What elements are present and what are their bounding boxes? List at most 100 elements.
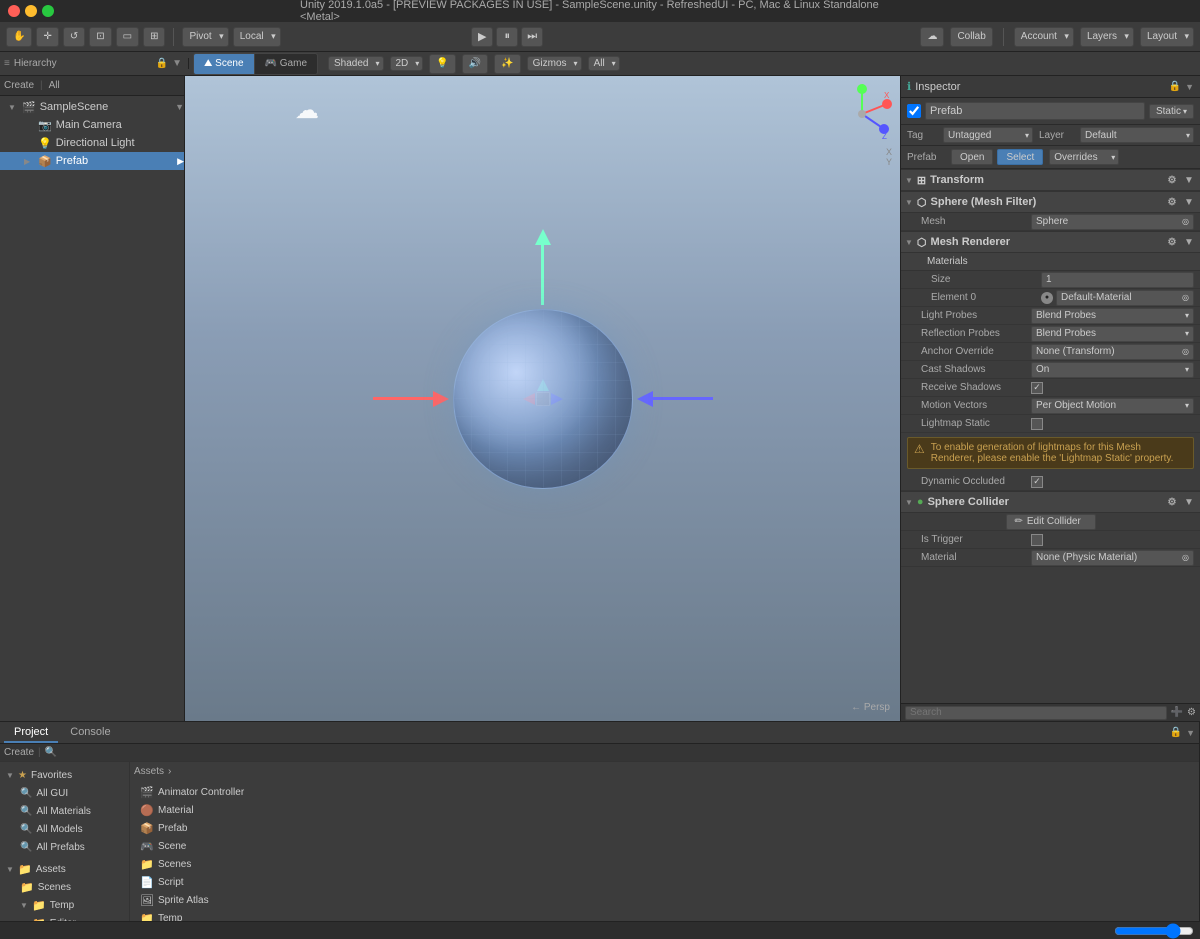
all-prefabs-item[interactable]: 🔍 All Prefabs bbox=[0, 838, 129, 856]
anchor-override-dropdown[interactable]: None (Transform) ◎ bbox=[1031, 344, 1194, 360]
mesh-filter-menu-icon[interactable]: ▼ bbox=[1182, 197, 1196, 208]
inspector-menu[interactable]: ▼ bbox=[1185, 82, 1194, 92]
select-prefab-button[interactable]: Select bbox=[997, 149, 1043, 165]
transform-settings-icon[interactable]: ⚙ bbox=[1165, 175, 1179, 186]
assets-tree-item[interactable]: ▼ 📁 Assets bbox=[0, 860, 129, 878]
mesh-select-icon[interactable]: ◎ bbox=[1182, 217, 1189, 226]
play-button[interactable]: ▶ bbox=[471, 27, 493, 47]
mesh-renderer-header[interactable]: ▼ ⬡ Mesh Renderer ⚙ ▼ bbox=[901, 231, 1200, 253]
transform-component-header[interactable]: ▼ ⊞ Transform ⚙ ▼ bbox=[901, 169, 1200, 191]
scene-tab[interactable]: ⛰ Scene bbox=[194, 54, 255, 74]
hierarchy-light-item[interactable]: 💡 Directional Light bbox=[0, 134, 184, 152]
collider-material-select[interactable]: ◎ bbox=[1182, 553, 1189, 562]
mesh-filter-header[interactable]: ▼ ⬡ Sphere (Mesh Filter) ⚙ ▼ bbox=[901, 191, 1200, 213]
scene-fx-button[interactable]: ✨ bbox=[494, 54, 520, 74]
all-gui-item[interactable]: 🔍 All GUI bbox=[0, 784, 129, 802]
panel-menu-icon[interactable]: ▼ bbox=[1186, 728, 1195, 738]
open-prefab-button[interactable]: Open bbox=[951, 149, 993, 165]
assets-label[interactable]: Assets bbox=[134, 766, 164, 777]
maximize-button[interactable] bbox=[42, 5, 54, 17]
cloud-button[interactable]: ☁ bbox=[920, 27, 944, 47]
inspector-settings-icon[interactable]: ⚙ bbox=[1187, 707, 1196, 718]
rect-tool-button[interactable]: ▭ bbox=[116, 27, 139, 47]
gizmos-dropdown[interactable]: Gizmos bbox=[527, 56, 582, 71]
zoom-slider[interactable] bbox=[1114, 925, 1194, 937]
scene-audio-button[interactable]: 🔊 bbox=[462, 54, 488, 74]
edit-collider-button[interactable]: ✏ Edit Collider bbox=[1006, 514, 1096, 530]
collider-material-box[interactable]: None (Physic Material) ◎ bbox=[1031, 550, 1194, 566]
hierarchy-camera-item[interactable]: 📷 Main Camera bbox=[0, 116, 184, 134]
element0-value-box[interactable]: Default-Material ◎ bbox=[1056, 290, 1194, 306]
account-dropdown[interactable]: Account bbox=[1014, 27, 1074, 47]
asset-script[interactable]: 📄 Script bbox=[138, 873, 1191, 891]
editor-tree-item[interactable]: 📁 Editor bbox=[0, 914, 129, 921]
motion-vectors-dropdown[interactable]: Per Object Motion ▾ bbox=[1031, 398, 1194, 414]
mesh-filter-settings-icon[interactable]: ⚙ bbox=[1165, 197, 1179, 208]
object-name-field[interactable]: Prefab bbox=[925, 102, 1145, 120]
rotate-tool-button[interactable]: ↺ bbox=[63, 27, 85, 47]
static-dropdown[interactable]: Static bbox=[1149, 104, 1194, 119]
transform-menu-icon[interactable]: ▼ bbox=[1182, 175, 1196, 186]
is-trigger-checkbox[interactable] bbox=[1031, 534, 1043, 546]
element0-select-icon[interactable]: ◎ bbox=[1182, 293, 1189, 302]
hierarchy-scene-item[interactable]: ▼ 🎬 SampleScene ▼ bbox=[0, 98, 184, 116]
element0-dot[interactable]: ● bbox=[1041, 292, 1053, 304]
all-dropdown[interactable]: All bbox=[588, 56, 620, 71]
console-tab[interactable]: Console bbox=[60, 722, 120, 743]
scene-light-button[interactable]: 💡 bbox=[429, 54, 455, 74]
hierarchy-prefab-item[interactable]: ▶ 📦 Prefab ▶ bbox=[0, 152, 184, 170]
pivot-dropdown[interactable]: Pivot bbox=[182, 27, 228, 47]
pause-button[interactable]: ⏸ bbox=[496, 27, 518, 47]
create-label[interactable]: Create bbox=[4, 747, 34, 758]
layout-dropdown[interactable]: Layout bbox=[1140, 27, 1194, 47]
cast-shadows-dropdown[interactable]: On ▾ bbox=[1031, 362, 1194, 378]
collab-button[interactable]: Collab bbox=[950, 27, 992, 47]
receive-shadows-checkbox[interactable] bbox=[1031, 382, 1043, 394]
scene-view[interactable]: ☁ bbox=[185, 76, 900, 721]
temp-tree-item[interactable]: ▼ 📁 Temp bbox=[0, 896, 129, 914]
asset-temp-folder[interactable]: 📁 Temp bbox=[138, 909, 1191, 921]
object-enabled-checkbox[interactable] bbox=[907, 104, 921, 118]
tag-dropdown[interactable]: Untagged bbox=[943, 127, 1033, 143]
shaded-dropdown[interactable]: Shaded bbox=[328, 56, 383, 71]
game-tab[interactable]: 🎮 Game bbox=[255, 54, 317, 74]
light-probes-dropdown[interactable]: Blend Probes ▾ bbox=[1031, 308, 1194, 324]
panel-lock-icon[interactable]: 🔒 bbox=[1170, 727, 1182, 738]
mesh-value-box[interactable]: Sphere ◎ bbox=[1031, 214, 1194, 230]
sphere-collider-header[interactable]: ▼ ● Sphere Collider ⚙ ▼ bbox=[901, 491, 1200, 513]
inspector-search[interactable] bbox=[905, 706, 1167, 720]
asset-sprite-atlas[interactable]: 🖼 Sprite Atlas bbox=[138, 891, 1191, 909]
asset-animator-controller[interactable]: 🎬 Animator Controller bbox=[138, 783, 1191, 801]
local-dropdown[interactable]: Local bbox=[233, 27, 281, 47]
sphere-collider-settings-icon[interactable]: ⚙ bbox=[1165, 497, 1179, 508]
step-button[interactable]: ⏭ bbox=[521, 27, 543, 47]
layer-dropdown[interactable]: Default bbox=[1080, 127, 1194, 143]
asset-prefab[interactable]: 📦 Prefab bbox=[138, 819, 1191, 837]
mesh-renderer-menu-icon[interactable]: ▼ bbox=[1182, 237, 1196, 248]
project-tab[interactable]: Project bbox=[4, 722, 58, 743]
scenes-tree-item[interactable]: 📁 Scenes bbox=[0, 878, 129, 896]
hand-tool-button[interactable]: ✋ bbox=[6, 27, 32, 47]
asset-scenes-folder[interactable]: 📁 Scenes bbox=[138, 855, 1191, 873]
transform-tool-button[interactable]: ⊞ bbox=[143, 27, 165, 47]
all-materials-item[interactable]: 🔍 All Materials bbox=[0, 802, 129, 820]
asset-material[interactable]: 🟤 Material bbox=[138, 801, 1191, 819]
reflection-probes-dropdown[interactable]: Blend Probes ▾ bbox=[1031, 326, 1194, 342]
mesh-renderer-settings-icon[interactable]: ⚙ bbox=[1165, 237, 1179, 248]
all-models-item[interactable]: 🔍 All Models bbox=[0, 820, 129, 838]
add-component-icon[interactable]: ➕ bbox=[1171, 707, 1183, 718]
minimize-button[interactable] bbox=[25, 5, 37, 17]
2d-button[interactable]: 2D bbox=[390, 56, 424, 71]
move-tool-button[interactable]: ✛ bbox=[36, 27, 58, 47]
layers-dropdown[interactable]: Layers bbox=[1080, 27, 1134, 47]
asset-scene[interactable]: 🎮 Scene bbox=[138, 837, 1191, 855]
size-value-box[interactable]: 1 bbox=[1041, 272, 1194, 288]
close-button[interactable] bbox=[8, 5, 20, 17]
favorites-item[interactable]: ▼ ★ Favorites bbox=[0, 766, 129, 784]
lightmap-static-checkbox[interactable] bbox=[1031, 418, 1043, 430]
scale-tool-button[interactable]: ⊡ bbox=[89, 27, 111, 47]
sphere-collider-menu-icon[interactable]: ▼ bbox=[1182, 497, 1196, 508]
overrides-dropdown[interactable]: Overrides bbox=[1049, 149, 1119, 165]
dynamic-occluded-checkbox[interactable] bbox=[1031, 476, 1043, 488]
inspector-lock[interactable]: 🔒 bbox=[1169, 81, 1181, 92]
